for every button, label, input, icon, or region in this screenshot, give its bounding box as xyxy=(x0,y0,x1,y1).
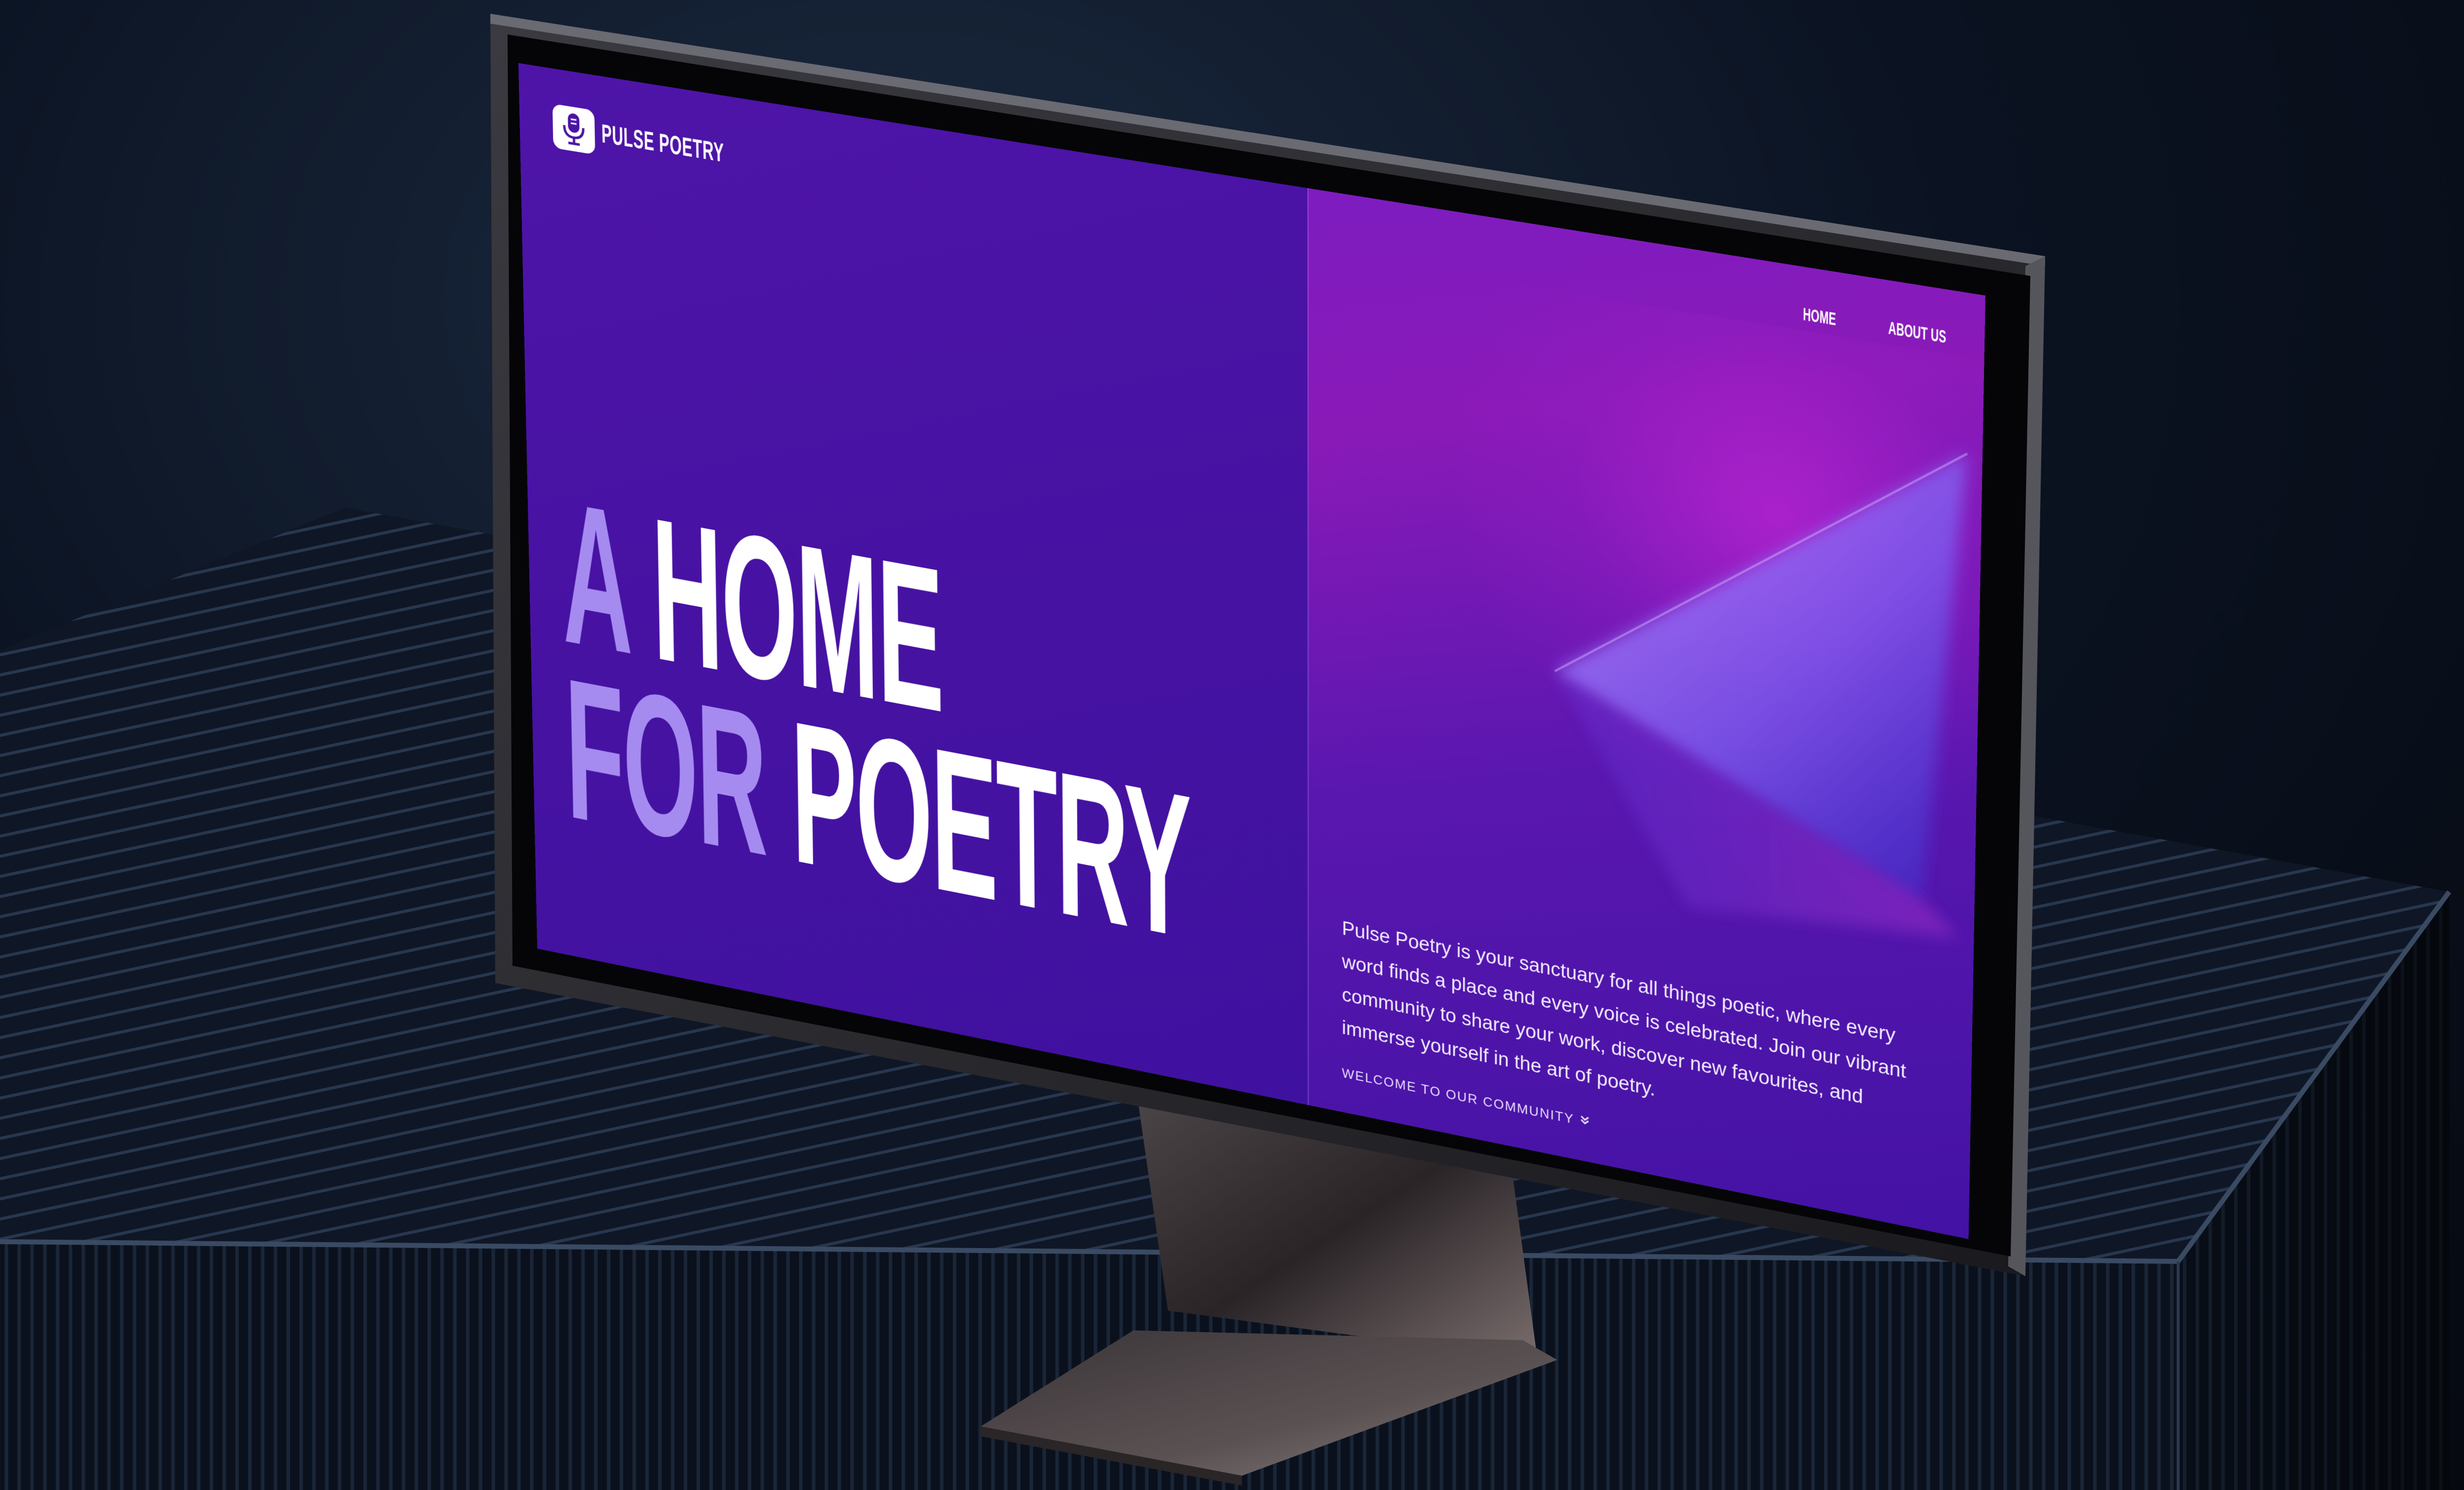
product-mockup-scene: PULSE POETRY HOME ABOUT US A HOME FOR PO… xyxy=(0,0,2464,1490)
double-chevron-down-icon xyxy=(1579,1113,1591,1130)
website-screen: PULSE POETRY HOME ABOUT US A HOME FOR PO… xyxy=(518,63,1985,1239)
headline-word-for: FOR xyxy=(563,635,768,898)
microphone-icon xyxy=(552,103,595,155)
